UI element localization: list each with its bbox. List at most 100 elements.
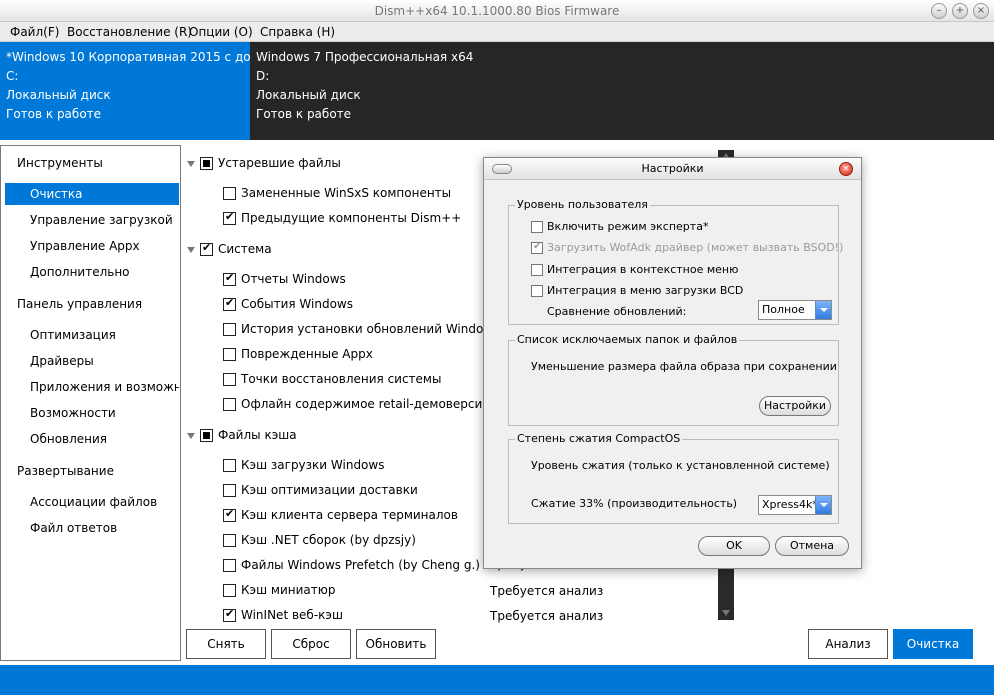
image-disk: Локальный диск [6,88,111,102]
sidebar-header-panel: Панель управления [17,297,143,311]
wofadk-checkbox [531,241,543,254]
status-thumb-cache: Требуется анализ [490,584,604,598]
window-title: Dism++x64 10.1.1000.80 Bios Firmware [374,4,620,18]
item-checkbox[interactable] [223,210,236,225]
item-checkbox[interactable] [223,373,236,386]
expand-arrow-icon[interactable] [187,433,195,439]
group-system: Система [218,242,272,256]
item-checkbox[interactable] [223,607,236,622]
compare-updates-value: Полное [762,303,805,316]
maximize-icon[interactable]: + [952,3,968,19]
chevron-down-icon[interactable] [815,496,831,514]
sidebar-item-cleanup[interactable]: Очистка [5,183,179,205]
settings-dialog: Настройки × Уровень пользователя Включит… [483,157,862,569]
title-bar: Dism++x64 10.1.1000.80 Bios Firmware – +… [0,0,994,22]
sidebar-item-answer-file[interactable]: Файл ответов [5,517,179,539]
image-name: Windows 7 Профессиональная x64 [256,50,474,64]
group-checkbox[interactable] [200,157,213,170]
sidebar-item-associations[interactable]: Ассоциации файлов [5,491,179,513]
sidebar-header-tools: Инструменты [17,156,103,170]
sidebar-item-features[interactable]: Возможности [5,402,179,424]
group-cache: Файлы кэша [218,428,297,442]
item-checkbox[interactable] [223,323,236,336]
analyze-button[interactable]: Анализ [808,629,888,659]
compare-updates-select[interactable]: Полное [758,300,832,320]
item-checkbox[interactable] [223,459,236,472]
item-checkbox[interactable] [223,398,236,411]
remove-button[interactable]: Снять [186,629,266,659]
item-prev-dism: Предыдущие компоненты Dism++ [241,211,462,225]
image-card-win7[interactable]: Windows 7 Профессиональная x64 D: Локаль… [250,42,510,140]
menu-options[interactable]: Опции (O) [189,25,253,39]
minimize-icon[interactable]: – [931,3,947,19]
sidebar-item-advanced[interactable]: Дополнительно [5,261,179,283]
item-checkbox[interactable] [223,484,236,497]
item-retail-demo: Офлайн содержимое retail-демоверсии Win [241,397,517,411]
clean-button[interactable]: Очистка [893,629,973,659]
sidebar-item-optimize[interactable]: Оптимизация [5,324,179,346]
item-delivery-cache: Кэш оптимизации доставки [241,483,418,497]
sidebar: Инструменты Очистка Управление загрузкой… [0,145,181,661]
compare-updates-label: Сравнение обновлений: [547,305,687,318]
cancel-button[interactable]: Отмена [775,536,849,556]
item-boot-cache: Кэш загрузки Windows [241,458,385,472]
dialog-close-icon[interactable]: × [839,162,853,176]
item-win-events: События Windows [241,297,353,311]
context-menu-checkbox[interactable] [531,264,543,276]
sidebar-item-updates[interactable]: Обновления [5,428,179,450]
item-winsxs: Замененные WinSxS компоненты [241,186,452,200]
item-checkbox[interactable] [223,559,236,572]
bcd-menu-label: Интеграция в меню загрузки BCD [547,284,744,297]
user-level-legend: Уровень пользователя [515,198,650,211]
item-checkbox[interactable] [223,271,236,286]
reset-button[interactable]: Сброс [271,629,351,659]
sidebar-item-boot[interactable]: Управление загрузкой [5,209,179,231]
item-checkbox[interactable] [223,296,236,311]
scroll-down-icon[interactable] [722,610,730,616]
image-list: *Windows 10 Корпоративная 2015 с долгоср… [0,42,994,140]
compactos-group: Степень сжатия CompactOS Уровень сжатия … [508,432,839,524]
item-checkbox[interactable] [223,584,236,597]
menu-restore[interactable]: Восстановление (R) [67,25,192,39]
compress-value: Xpress4k* [762,498,818,511]
sidebar-item-appx[interactable]: Управление Appx [5,235,179,257]
image-drive: D: [256,69,270,83]
exclusions-group: Список исключаемых папок и файлов Уменьш… [508,333,839,426]
refresh-button[interactable]: Обновить [356,629,436,659]
item-checkbox[interactable] [223,348,236,361]
item-checkbox[interactable] [223,507,236,522]
expand-arrow-icon[interactable] [187,161,195,167]
reduce-image-label: Уменьшение размера файла образа при сохр… [531,360,837,373]
exclusions-settings-button[interactable]: Настройки [759,396,831,416]
ok-button[interactable]: OK [698,536,770,556]
image-status: Готов к работе [256,107,352,121]
image-card-win10[interactable]: *Windows 10 Корпоративная 2015 с долгоср… [0,42,250,140]
item-update-history: История установки обновлений Windows [241,322,500,336]
expert-mode-checkbox[interactable] [531,221,543,233]
image-drive: C: [6,69,19,83]
status-bar [0,665,994,695]
group-checkbox[interactable] [200,429,213,442]
menu-file[interactable]: Файл(F) [10,25,59,39]
dialog-titlebar: Настройки × [484,158,861,180]
item-broken-appx: Поврежденные Appx [241,347,373,361]
close-icon[interactable]: × [973,3,989,19]
group-checkbox[interactable] [200,241,213,256]
compress-info-label: Сжатие 33% (производительность) [531,497,738,510]
item-checkbox[interactable] [223,534,236,547]
image-name: *Windows 10 Корпоративная 2015 с долгоср [6,50,250,64]
sidebar-item-drivers[interactable]: Драйверы [5,350,179,372]
status-wininet: Требуется анализ [490,609,604,623]
bcd-menu-checkbox[interactable] [531,285,543,297]
wofadk-label: Загрузить WofAdk драйвер (может вызвать … [547,241,844,254]
menu-bar: Файл(F) Восстановление (R) Опции (O) Спр… [0,22,994,42]
chevron-down-icon[interactable] [815,301,831,319]
compress-select[interactable]: Xpress4k* [758,495,832,515]
menu-help[interactable]: Справка (H) [260,25,335,39]
item-checkbox[interactable] [223,187,236,200]
compactos-legend: Степень сжатия CompactOS [515,432,683,445]
expand-arrow-icon[interactable] [187,247,195,253]
context-menu-label: Интеграция в контекстное меню [547,263,739,276]
sidebar-item-apps[interactable]: Приложения и возможнос [5,376,179,398]
compress-level-label: Уровень сжатия (только к установленной с… [531,459,830,472]
